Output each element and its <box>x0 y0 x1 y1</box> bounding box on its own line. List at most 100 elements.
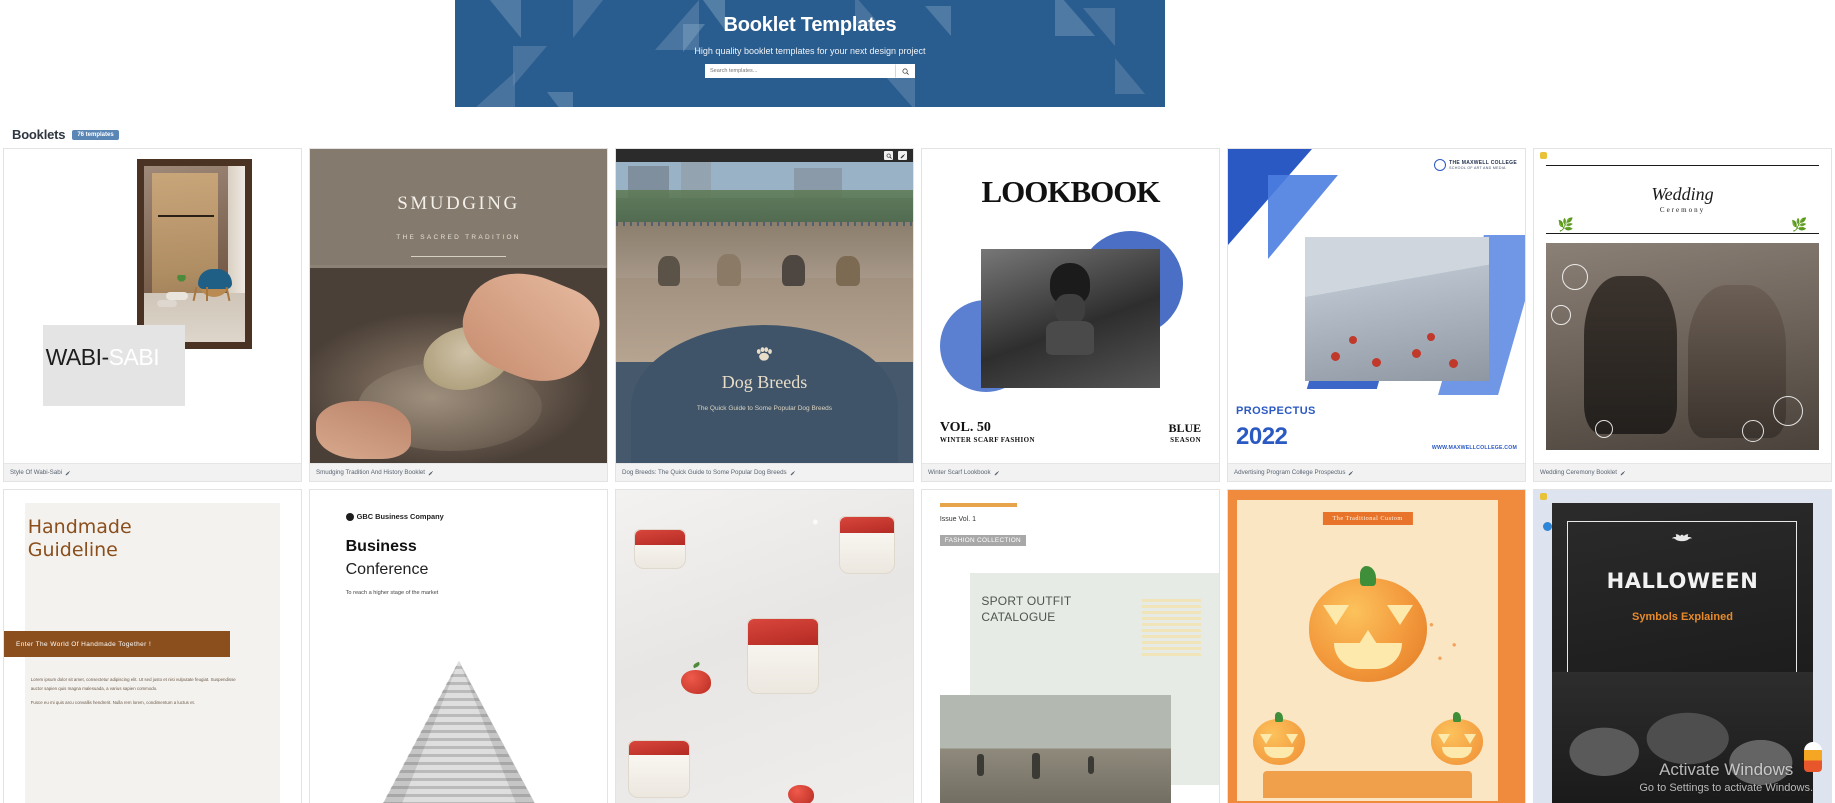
template-card[interactable]: Handmade Guideline Enter The World Of Ha… <box>3 489 302 803</box>
prospectus-url: WWW.MAXWELLCOLLEGE.COM <box>1431 445 1517 451</box>
template-grid: WABI-SABI Style Of Wabi-Sabi SMUDGING TH… <box>0 148 1835 803</box>
search-button[interactable] <box>895 64 915 78</box>
template-caption[interactable]: Wedding Ceremony Booklet <box>1534 463 1831 481</box>
wedding-title: Wedding <box>1651 184 1714 205</box>
template-caption[interactable]: Dog Breeds: The Quick Guide to Some Popu… <box>616 463 913 481</box>
edit-icon[interactable] <box>65 470 71 476</box>
wabi-photo <box>136 159 252 349</box>
wabi-title-light: SABI <box>108 343 160 370</box>
prospectus-photo <box>1305 236 1490 382</box>
candy-corn-icon <box>1804 742 1823 773</box>
edit-icon[interactable] <box>790 470 796 476</box>
template-caption[interactable]: Advertising Program College Prospectus <box>1228 463 1525 481</box>
handmade-title: Handmade Guideline <box>28 516 132 564</box>
template-card[interactable]: 🌿 🌿 Wedding Ceremony Wedding Ceremony Bo… <box>1533 148 1832 482</box>
wedding-header: Wedding Ceremony <box>1545 164 1820 234</box>
template-card[interactable]: Dog Breeds The Quick Guide to Some Popul… <box>615 148 914 482</box>
pencil-icon[interactable] <box>898 151 907 160</box>
lookbook-season-sub: SEASON <box>1170 436 1202 445</box>
globe-icon <box>345 512 354 521</box>
lookbook-season-name: BLUE <box>1168 421 1202 436</box>
edit-icon[interactable] <box>1348 470 1354 476</box>
pumpkin-page: The Traditional Custom <box>1236 499 1499 802</box>
search-icon <box>902 62 909 80</box>
template-thumbnail[interactable]: THE MAXWELL COLLEGE SCHOOL OF ART AND ME… <box>1228 149 1525 463</box>
template-card[interactable]: LOOKBOOK VOL. 50 WINTER SCARF FASHION BL… <box>921 148 1220 482</box>
smudging-photo <box>310 255 607 463</box>
status-badge <box>1539 152 1547 160</box>
template-thumbnail[interactable]: 🌿 🌿 Wedding Ceremony <box>1534 149 1831 463</box>
sport-stripes <box>1141 599 1202 657</box>
page-root: Booklet Templates High quality booklet t… <box>0 0 1835 803</box>
business-subtitle: To reach a higher stage of the market <box>345 589 439 596</box>
prospectus-year: 2022 <box>1236 423 1288 450</box>
edit-icon[interactable] <box>1620 470 1626 476</box>
template-thumbnail[interactable]: Issue Vol. 1 FASHION COLLECTION SPORT OU… <box>922 490 1219 803</box>
college-school: SCHOOL OF ART AND MEDIA <box>1449 166 1506 170</box>
search-bar <box>455 64 1165 78</box>
template-thumbnail[interactable]: HALLOWEEN Symbols Explained <box>1534 490 1831 803</box>
template-thumbnail[interactable]: GBC Business Company Business Conference… <box>310 490 607 803</box>
business-title-line2: Conference <box>345 560 429 578</box>
handmade-title-line1: Handmade <box>27 515 132 538</box>
template-thumbnail[interactable]: WABI-SABI <box>4 149 301 463</box>
template-card[interactable]: GBC Business Company Business Conference… <box>309 489 608 803</box>
template-card[interactable]: HALLOWEEN Symbols Explained <box>1533 489 1832 803</box>
business-title-line1: Business <box>345 538 417 556</box>
hero-section: Booklet Templates High quality booklet t… <box>0 0 1835 125</box>
template-card[interactable]: WABI-SABI Style Of Wabi-Sabi <box>3 148 302 482</box>
dessert-photo <box>616 490 913 803</box>
template-caption[interactable]: Style Of Wabi-Sabi <box>4 463 301 481</box>
gbc-company-name: GBC Business Company <box>356 512 444 522</box>
handmade-body-p1: Lorem ipsum dolor sit amet, consectetur … <box>30 677 236 691</box>
handmade-body-p2: Fusce eu mi quis arcu convallis hendreri… <box>30 699 195 705</box>
edit-icon[interactable] <box>994 470 1000 476</box>
decorative-triangle <box>885 76 915 107</box>
wedding-subtitle: Ceremony <box>1659 206 1706 215</box>
template-caption-text: Winter Scarf Lookbook <box>928 469 991 476</box>
magnifier-icon[interactable] <box>884 151 893 160</box>
template-card[interactable]: Issue Vol. 1 FASHION COLLECTION SPORT OU… <box>921 489 1220 803</box>
sport-title-line1: SPORT OUTFIT <box>981 593 1072 608</box>
template-caption[interactable]: Smudging Tradition And History Booklet <box>310 463 607 481</box>
sport-title: SPORT OUTFIT CATALOGUE <box>981 593 1071 625</box>
template-thumbnail[interactable]: Handmade Guideline Enter The World Of Ha… <box>4 490 301 803</box>
section-title: Booklets <box>12 127 66 142</box>
sport-collection-tag: FASHION COLLECTION <box>939 534 1026 546</box>
section-header: Booklets 76 templates <box>0 125 1835 148</box>
halloween-subtitle: Symbols Explained <box>1632 611 1733 624</box>
paw-icon <box>755 347 773 361</box>
template-caption-text: Style Of Wabi-Sabi <box>10 469 63 476</box>
search-input[interactable] <box>705 64 895 78</box>
template-thumbnail[interactable]: LOOKBOOK VOL. 50 WINTER SCARF FASHION BL… <box>922 149 1219 463</box>
smudging-subtitle: THE SACRED TRADITION <box>396 233 521 241</box>
gbc-logo: GBC Business Company <box>345 512 444 522</box>
sport-issue: Issue Vol. 1 <box>939 515 977 523</box>
pumpkin-tag: The Traditional Custom <box>1322 511 1413 525</box>
edit-icon[interactable] <box>428 470 434 476</box>
template-card[interactable]: The Traditional Custom <box>1227 489 1526 803</box>
bat-icon <box>1671 530 1693 542</box>
template-thumbnail[interactable]: Dog Breeds The Quick Guide to Some Popul… <box>616 149 913 463</box>
template-caption-text: Advertising Program College Prospectus <box>1234 469 1346 476</box>
page-subtitle: High quality booklet templates for your … <box>694 46 926 56</box>
template-thumbnail[interactable]: SMUDGING THE SACRED TRADITION <box>310 149 607 463</box>
accent-rule <box>939 502 1018 507</box>
status-badge <box>1539 493 1547 501</box>
dogs-subtitle: The Quick Guide to Some Popular Dog Bree… <box>696 404 833 412</box>
template-caption-text: Dog Breeds: The Quick Guide to Some Popu… <box>622 469 787 476</box>
template-caption[interactable]: Winter Scarf Lookbook <box>922 463 1219 481</box>
template-card[interactable]: SMUDGING THE SACRED TRADITION Smudging T… <box>309 148 608 482</box>
template-card[interactable] <box>615 489 914 803</box>
wedding-photo <box>1545 243 1820 451</box>
template-thumbnail[interactable] <box>616 490 913 803</box>
notification-dot <box>1542 522 1552 532</box>
halloween-photo <box>1551 671 1814 803</box>
smudging-title: SMUDGING <box>397 192 520 214</box>
sport-photo <box>939 695 1172 803</box>
template-card[interactable]: THE MAXWELL COLLEGE SCHOOL OF ART AND ME… <box>1227 148 1526 482</box>
confetti-decor <box>1419 608 1478 675</box>
template-caption-text: Smudging Tradition And History Booklet <box>316 469 426 476</box>
thumbnail-toolbar[interactable] <box>616 149 913 162</box>
template-thumbnail[interactable]: The Traditional Custom <box>1228 490 1525 803</box>
